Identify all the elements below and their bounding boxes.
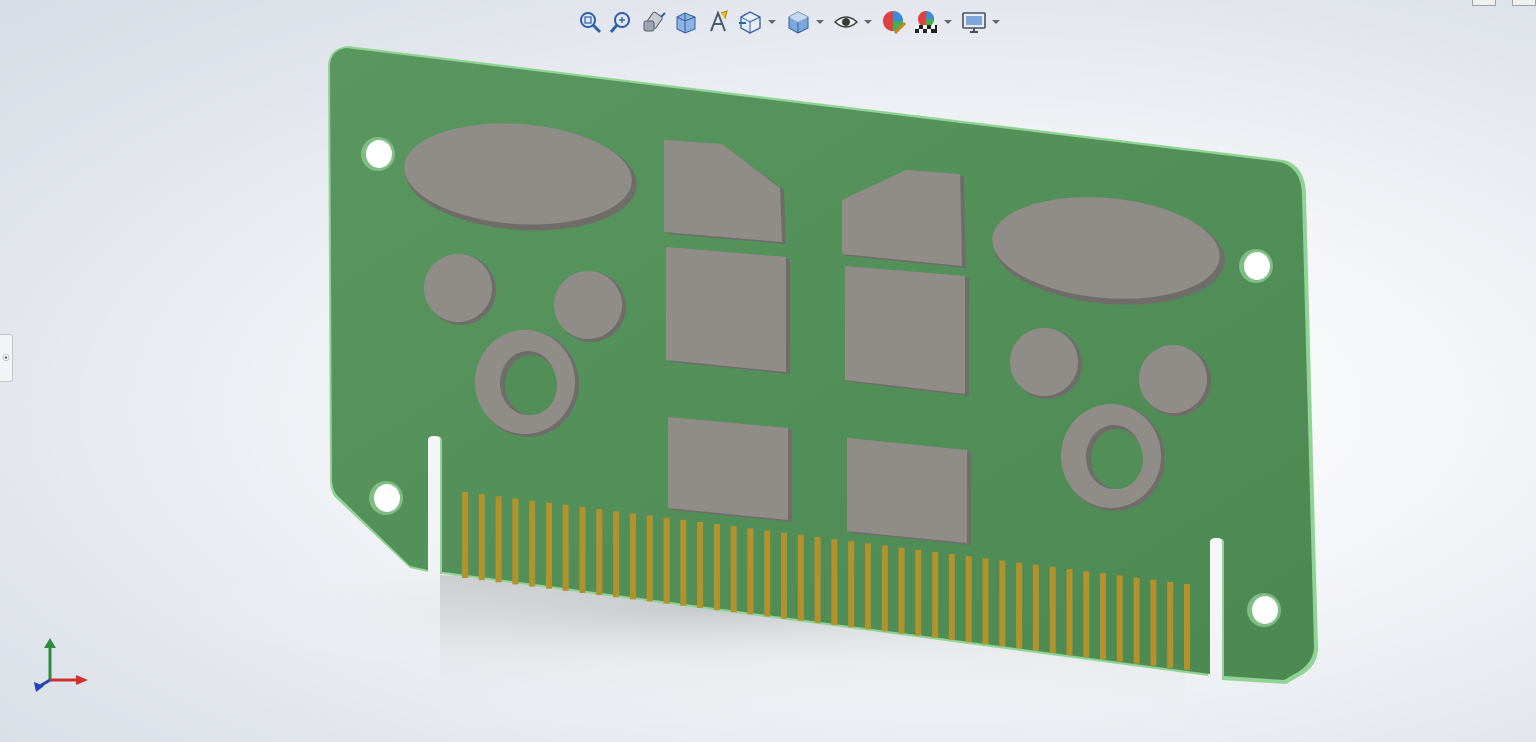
- view-orientation-icon: [739, 11, 761, 34]
- model-view[interactable]: [0, 0, 1536, 742]
- gold-finger: [1150, 579, 1157, 666]
- chevron-down-icon: [816, 20, 824, 24]
- collapse-tab-glyph: ⦿: [2, 354, 10, 362]
- hide-show-eye-icon: [833, 16, 859, 28]
- gold-finger: [932, 551, 939, 638]
- mounting-hole: [361, 137, 395, 171]
- edit-appearance-button[interactable]: [880, 7, 908, 37]
- mounting-hole: [369, 481, 403, 515]
- gold-finger: [478, 494, 485, 581]
- display-style-icon: [788, 11, 809, 34]
- gold-finger: [814, 536, 821, 623]
- gold-finger: [948, 554, 955, 640]
- hide-show-items-dropdown-arrow[interactable]: [864, 7, 872, 37]
- triad-y-axis: [44, 638, 56, 680]
- gold-finger: [663, 517, 670, 604]
- apply-scene-icon: [915, 11, 937, 33]
- gold-finger: [462, 492, 468, 578]
- hide-show-items-button[interactable]: [832, 7, 860, 37]
- chevron-down-icon: [768, 20, 776, 24]
- gold-finger: [546, 502, 552, 589]
- gold-finger: [579, 507, 586, 593]
- view-orientation-button[interactable]: [736, 7, 764, 37]
- dynamic-annotation-views-button[interactable]: [704, 7, 732, 37]
- triad-x-axis: [50, 675, 88, 685]
- gold-finger: [646, 515, 653, 602]
- gold-finger: [881, 545, 888, 632]
- chevron-down-icon: [944, 20, 952, 24]
- annotation-view-icon: [710, 10, 728, 32]
- gold-finger: [495, 496, 502, 583]
- gold-finger: [831, 539, 838, 626]
- gold-finger: [1184, 584, 1190, 670]
- apply-scene-button[interactable]: [912, 7, 940, 37]
- previous-view-button[interactable]: [640, 7, 668, 37]
- gold-finger: [1083, 571, 1090, 658]
- gold-finger: [781, 532, 787, 619]
- gold-finger: [965, 556, 972, 643]
- zoom-to-fit-button[interactable]: [576, 7, 604, 37]
- gold-finger: [1116, 575, 1123, 662]
- gold-finger: [1133, 577, 1140, 664]
- gold-finger: [596, 509, 603, 596]
- reference-triad[interactable]: [30, 636, 92, 696]
- display-style-dropdown-arrow[interactable]: [816, 7, 824, 37]
- gold-finger: [999, 560, 1006, 647]
- section-view-button[interactable]: [672, 7, 700, 37]
- gold-finger: [982, 558, 989, 645]
- gold-finger: [1167, 581, 1174, 668]
- chip-lower-left: [668, 417, 792, 522]
- feature-manager-collapse-tab[interactable]: ⦿: [0, 334, 13, 382]
- mounting-hole: [1247, 593, 1281, 627]
- gold-finger: [1066, 569, 1073, 655]
- window-controls: [1472, 0, 1536, 6]
- gold-finger: [730, 526, 737, 613]
- view-settings-button[interactable]: [960, 7, 988, 37]
- gold-finger: [713, 524, 720, 611]
- apply-scene-dropdown-arrow[interactable]: [944, 7, 952, 37]
- gold-finger: [512, 498, 519, 585]
- minimize-button[interactable]: [1472, 0, 1496, 6]
- section-view-icon: [676, 12, 696, 34]
- zoom-to-area-button[interactable]: [608, 7, 636, 37]
- chevron-down-icon: [864, 20, 872, 24]
- chip-square-right: [845, 266, 969, 396]
- gold-finger: [747, 528, 754, 615]
- view-settings-monitor-icon: [962, 12, 986, 33]
- chip-square-left: [666, 247, 790, 374]
- view-settings-dropdown-arrow[interactable]: [992, 7, 1000, 37]
- view-orientation-dropdown-arrow[interactable]: [768, 7, 776, 37]
- mounting-hole: [1239, 249, 1273, 283]
- chevron-down-icon: [992, 20, 1000, 24]
- chip-lower-right: [847, 438, 971, 545]
- gold-finger: [865, 543, 871, 630]
- gold-finger: [629, 513, 636, 600]
- gold-finger: [1049, 566, 1056, 653]
- graphics-viewport[interactable]: ⦿: [0, 0, 1536, 742]
- heads-up-view-toolbar: [576, 4, 1004, 40]
- maximize-button[interactable]: [1512, 0, 1536, 6]
- zoom-to-fit-icon: [580, 12, 602, 34]
- gold-finger: [848, 541, 855, 628]
- gold-finger: [529, 500, 536, 587]
- gold-finger: [898, 547, 905, 634]
- edit-appearance-icon: [883, 11, 907, 35]
- gold-finger: [697, 522, 704, 608]
- zoom-to-area-icon: [609, 12, 630, 33]
- display-style-button[interactable]: [784, 7, 812, 37]
- gold-finger: [764, 530, 771, 617]
- gold-finger: [1032, 564, 1039, 651]
- gold-finger: [1100, 573, 1106, 660]
- gold-finger: [915, 549, 922, 636]
- gold-finger: [562, 504, 569, 591]
- gold-finger: [797, 534, 804, 621]
- gold-finger: [1016, 562, 1023, 649]
- gold-finger: [613, 511, 620, 598]
- triad-z-axis: [34, 678, 51, 692]
- previous-view-icon: [643, 11, 666, 32]
- gold-finger: [680, 519, 687, 606]
